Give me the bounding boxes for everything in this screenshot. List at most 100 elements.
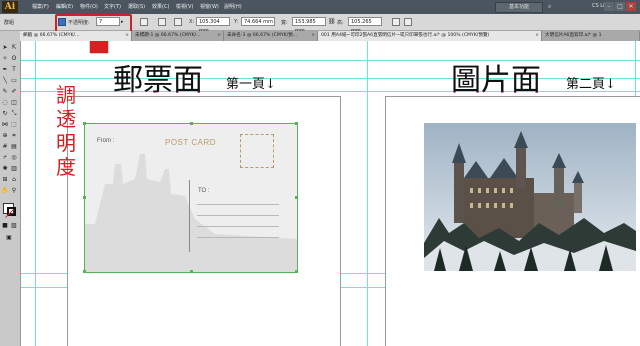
annotation-char: 透 — [56, 107, 76, 131]
selection-handle[interactable] — [295, 196, 298, 199]
selection-handle[interactable] — [83, 196, 86, 199]
tab-a4-postcard-file[interactable]: 001 用A4紙~可印2張A6直張明信片~或只印單張也行.ai* @ 100% … — [318, 31, 542, 41]
free-transform-tool-icon[interactable]: ⬚ — [10, 121, 18, 129]
address-line — [197, 226, 279, 227]
magic-wand-tool-icon[interactable]: ✧ — [1, 55, 9, 63]
artboard-tool-icon[interactable]: ⊞ — [1, 176, 9, 184]
menu-effect[interactable]: 效果(C) — [152, 3, 169, 10]
close-tab-icon[interactable]: × — [311, 31, 315, 41]
menu-view[interactable]: 檢視(V) — [176, 3, 193, 10]
constrain-proportions-icon[interactable]: ⛓ — [328, 18, 336, 25]
gradient-tool-icon[interactable]: ▤ — [10, 143, 18, 151]
menu-file[interactable]: 檔案(F) — [32, 3, 49, 10]
pencil-tool-icon[interactable]: ✐ — [10, 88, 18, 96]
close-tab-icon[interactable]: × — [217, 31, 221, 41]
menu-type[interactable]: 文字(T) — [104, 3, 121, 10]
menu-select[interactable]: 選取(S) — [128, 3, 145, 10]
guide-line — [367, 41, 368, 346]
document-tab-bar: 郵戳 @ 66.67% (CMYK/... × 未標題-1 @ 66.67% (C… — [20, 31, 640, 41]
maximize-button[interactable]: □ — [615, 2, 625, 11]
stamp-box — [240, 134, 274, 168]
selection-handle[interactable] — [83, 122, 86, 125]
x-label: X: — [189, 19, 195, 25]
tab-untitled-3[interactable]: 未命名-3 @ 66.67% (CMYK/預... × — [224, 31, 318, 41]
postcard-group-selected[interactable]: From : POST CARD TO : — [83, 122, 298, 273]
menu-bar: Ai 檔案(F) 編輯(E) 物件(O) 文字(T) 選取(S) 效果(C) 檢… — [0, 0, 640, 14]
workspace-switcher[interactable]: 基本功能 — [495, 2, 543, 13]
pen-tool-icon[interactable]: ✒ — [1, 66, 9, 74]
minimize-button[interactable]: – — [604, 2, 614, 11]
menu-object[interactable]: 物件(O) — [80, 3, 98, 10]
perspective-grid-tool-icon[interactable]: ⌗ — [10, 132, 18, 140]
selection-tool-icon[interactable]: ➤ — [1, 44, 9, 52]
search-icon[interactable]: ⌕ — [548, 3, 551, 11]
mesh-tool-icon[interactable]: # — [1, 143, 9, 151]
menu-window[interactable]: 視窗(W) — [200, 3, 219, 10]
from-label: From : — [97, 138, 115, 144]
illustrator-logo: Ai — [2, 1, 18, 13]
tab-label: 郵戳 @ 66.67% (CMYK/... — [23, 33, 80, 38]
selection-handle[interactable] — [295, 270, 298, 273]
height-input[interactable]: 105.265 mm — [348, 17, 382, 34]
gradient-mode-icon[interactable]: ▧ — [10, 222, 18, 230]
annotation-arrow — [88, 41, 110, 55]
blob-brush-tool-icon[interactable]: ◌ — [1, 99, 9, 107]
page-1-subtitle: 第一頁↓ — [226, 77, 276, 92]
width-input[interactable]: 153.985 mm — [292, 17, 326, 34]
page-2-subtitle: 第二頁↓ — [566, 77, 616, 92]
height-label: 高: — [337, 20, 344, 26]
canvas-area[interactable]: 郵票面 第一頁↓ 圖片面 第二頁↓ 調 透 明 度 From : POST CA… — [21, 41, 640, 346]
type-tool-icon[interactable]: T — [10, 66, 18, 74]
align-icon[interactable] — [140, 18, 148, 26]
selection-handle[interactable] — [83, 270, 86, 273]
symbol-sprayer-tool-icon[interactable]: ✺ — [1, 165, 9, 173]
tab-postmark[interactable]: 郵戳 @ 66.67% (CMYK/... × — [20, 31, 132, 41]
close-tab-icon[interactable]: × — [125, 31, 129, 41]
close-button[interactable]: ✕ — [626, 2, 636, 11]
eyedropper-tool-icon[interactable]: ⌿ — [1, 154, 9, 162]
line-tool-icon[interactable]: ╲ — [1, 77, 9, 85]
tab-untitled-1[interactable]: 未標題-1 @ 66.67% (CMYK/... × — [132, 31, 224, 41]
selection-handle[interactable] — [295, 122, 298, 125]
slice-tool-icon[interactable]: ⌂ — [10, 176, 18, 184]
post-card-heading: POST CARD — [165, 138, 217, 147]
selection-type-label: 群組 — [4, 20, 15, 26]
transform-icon[interactable] — [158, 18, 166, 26]
selection-handle[interactable] — [190, 122, 193, 125]
isolate-group-icon[interactable] — [392, 18, 400, 26]
panel-menu-icon[interactable] — [404, 18, 412, 26]
shape-builder-tool-icon[interactable]: ⊕ — [1, 132, 9, 140]
tab-a6-postcard-file[interactable]: 大明信片A6直寫印.ai* @ 1 — [542, 31, 640, 41]
width-tool-icon[interactable]: ⋈ — [1, 121, 9, 129]
scale-tool-icon[interactable]: ⤡ — [10, 110, 18, 118]
graph-tool-icon[interactable]: ▥ — [10, 165, 18, 173]
annotation-char: 明 — [56, 131, 76, 155]
close-tab-icon[interactable]: × — [535, 31, 539, 41]
annotation-char: 度 — [56, 155, 76, 179]
up-arrow-icon — [88, 41, 110, 55]
menu-edit[interactable]: 編輯(E) — [56, 3, 73, 10]
tools-panel: ➤ ⇱ ✧ ʘ ✒ T ╲ ▭ ✎ ✐ ◌ ◫ ↻ ⤡ ⋈ ⬚ ⊕ ⌗ # ▤ … — [0, 41, 21, 346]
hand-tool-icon[interactable]: ✋ — [1, 187, 9, 195]
menu-help[interactable]: 說明(H) — [224, 3, 242, 10]
rectangle-tool-icon[interactable]: ▭ — [10, 77, 18, 85]
divider-line — [189, 180, 190, 252]
direct-selection-tool-icon[interactable]: ⇱ — [10, 44, 18, 52]
selection-handle[interactable] — [190, 270, 193, 273]
to-label: TO : — [198, 188, 210, 194]
rotate-tool-icon[interactable]: ↻ — [1, 110, 9, 118]
blend-tool-icon[interactable]: ◎ — [10, 154, 18, 162]
castle-photo[interactable] — [424, 123, 636, 271]
zoom-tool-icon[interactable]: ⚲ — [10, 187, 18, 195]
eraser-tool-icon[interactable]: ◫ — [10, 99, 18, 107]
reference-point-icon[interactable] — [174, 18, 182, 26]
address-line — [197, 237, 279, 238]
screen-mode-icon[interactable]: ▣ — [5, 234, 13, 242]
lasso-tool-icon[interactable]: ʘ — [10, 55, 18, 63]
page-2-title: 圖片面 — [451, 63, 541, 98]
tab-label: 大明信片A6直寫印.ai* @ 1 — [545, 33, 602, 38]
color-mode-icon[interactable]: ■ — [1, 222, 9, 230]
x-position-input[interactable]: 105.304 mm — [196, 17, 230, 34]
paintbrush-tool-icon[interactable]: ✎ — [1, 88, 9, 96]
y-position-input[interactable]: 74.664 mm — [241, 17, 275, 26]
